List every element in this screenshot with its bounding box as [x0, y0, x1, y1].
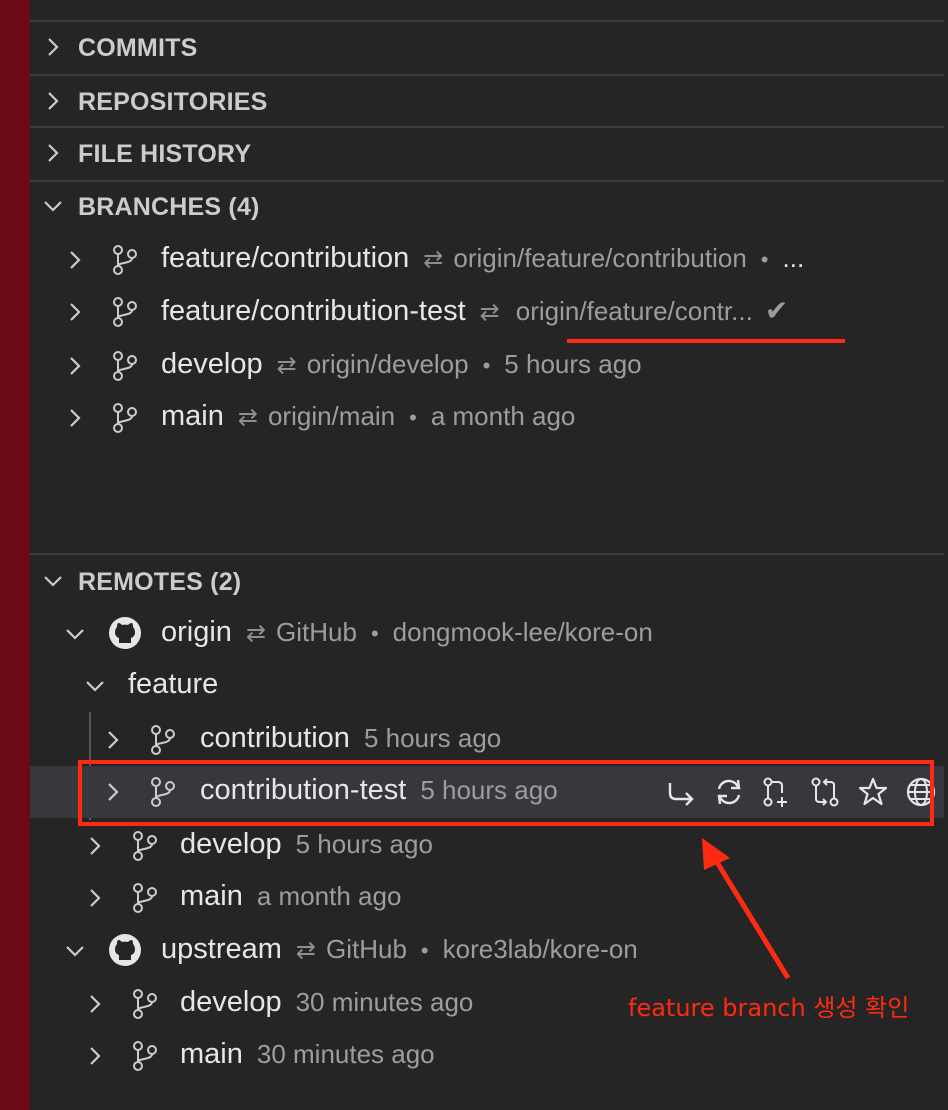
remote-branch-item[interactable]: main a month ago	[30, 872, 944, 924]
chevron-right-icon	[82, 885, 108, 911]
section-branches[interactable]: BRANCHES (4)	[30, 181, 944, 233]
chevron-right-icon	[62, 299, 88, 325]
git-branch-icon	[130, 1040, 160, 1072]
git-branch-icon	[110, 350, 140, 382]
section-title: REMOTES (2)	[78, 567, 242, 596]
branch-time: a month ago	[256, 881, 402, 911]
remote-repo: dongmook-lee/kore-on	[392, 617, 653, 647]
remote-repo: kore3lab/kore-on	[442, 934, 638, 964]
chevron-right-icon	[62, 405, 88, 431]
remote-branch-item[interactable]: contribution 5 hours ago	[30, 714, 944, 766]
separator-dot: •	[760, 247, 769, 272]
chevron-right-icon	[40, 34, 66, 60]
chevron-right-icon	[82, 991, 108, 1017]
section-remotes[interactable]: REMOTES (2)	[30, 556, 944, 608]
git-branch-icon	[148, 724, 178, 756]
git-branch-icon	[110, 296, 140, 328]
annotation-arrow-icon	[702, 838, 791, 980]
section-title: REPOSITORIES	[78, 87, 268, 116]
truncation: ...	[782, 243, 805, 273]
remote-origin[interactable]: origin ⇄ GitHub • dongmook-lee/kore-on	[30, 608, 944, 660]
remote-name: origin	[161, 616, 232, 648]
remote-branch-item[interactable]: develop 5 hours ago	[30, 820, 944, 872]
chevron-right-icon	[40, 88, 66, 114]
chevron-right-icon	[62, 247, 88, 273]
branch-name: feature/contribution-test	[161, 295, 466, 327]
separator-dot: •	[370, 621, 379, 646]
branch-time: 30 minutes ago	[256, 1039, 435, 1069]
remote-branch-item[interactable]: main 30 minutes ago	[30, 1030, 944, 1082]
separator-dot: •	[482, 353, 491, 378]
chevron-down-icon	[62, 621, 88, 647]
branch-name: main	[180, 1038, 243, 1070]
branch-item[interactable]: feature/contribution ⇄ origin/feature/cont…	[30, 234, 944, 286]
branch-time: a month ago	[430, 401, 576, 431]
git-branch-icon	[110, 402, 140, 434]
tracking-icon: ⇄	[423, 246, 444, 273]
git-branch-icon	[110, 244, 140, 276]
section-title: FILE HISTORY	[78, 139, 252, 168]
tracking-icon: ⇄	[295, 937, 316, 964]
upstream-name: origin/feature/contribution	[453, 243, 747, 273]
branch-time: 5 hours ago	[504, 349, 642, 379]
branch-time: 30 minutes ago	[295, 987, 474, 1017]
section-file-history[interactable]: FILE HISTORY	[30, 128, 944, 180]
window-edge-bar	[0, 0, 30, 1110]
folder-name: feature	[128, 668, 219, 700]
branch-name: main	[161, 400, 224, 432]
chevron-right-icon	[82, 833, 108, 859]
tracking-icon: ⇄	[479, 299, 500, 326]
chevron-down-icon	[40, 193, 66, 219]
github-icon	[108, 933, 142, 967]
branch-name: develop	[180, 986, 282, 1018]
branch-name: contribution	[200, 722, 350, 754]
chevron-down-icon	[62, 938, 88, 964]
tracking-icon: ⇄	[276, 352, 297, 379]
git-branch-icon	[130, 882, 160, 914]
chevron-right-icon	[62, 353, 88, 379]
section-title: COMMITS	[78, 33, 198, 62]
separator-dot: •	[409, 405, 417, 430]
chevron-right-icon	[40, 140, 66, 166]
git-branch-icon	[130, 988, 160, 1020]
branch-name: develop	[161, 348, 263, 380]
upstream-name: origin/feature/contr...	[515, 296, 753, 326]
separator-dot: •	[420, 938, 429, 963]
branch-item[interactable]: feature/contribution-test ⇄ origin/feature…	[30, 286, 944, 338]
section-commits[interactable]: COMMITS	[30, 22, 944, 74]
chevron-right-icon	[82, 1043, 108, 1069]
tracking-icon: ⇄	[237, 404, 258, 431]
annotation-text: feature branch 생성 확인	[628, 994, 910, 1022]
chevron-right-icon	[100, 727, 126, 753]
checkmark-icon: ✔	[764, 295, 789, 326]
git-branch-icon	[130, 830, 160, 862]
tracking-icon: ⇄	[245, 620, 267, 647]
remote-provider: GitHub	[326, 934, 407, 964]
github-icon	[108, 616, 142, 650]
chevron-down-icon	[82, 673, 108, 699]
annotation-underline	[567, 339, 845, 343]
branch-item[interactable]: develop ⇄ origin/develop • 5 hours ago	[30, 340, 944, 392]
remote-upstream[interactable]: upstream ⇄ GitHub • kore3lab/kore-on	[30, 925, 944, 977]
branch-time: 5 hours ago	[295, 829, 433, 859]
chevron-down-icon	[40, 568, 66, 594]
remote-name: upstream	[161, 933, 282, 965]
branch-name: main	[180, 880, 243, 912]
upstream-name: origin/develop	[306, 349, 469, 379]
branch-name: develop	[180, 828, 282, 860]
folder-feature[interactable]: feature	[30, 660, 944, 712]
upstream-name: origin/main	[267, 401, 396, 431]
section-repositories[interactable]: REPOSITORIES	[30, 76, 944, 128]
section-title: BRANCHES (4)	[78, 192, 260, 221]
branch-time: 5 hours ago	[363, 723, 502, 753]
annotation-highlight-box	[78, 760, 934, 826]
branch-name: feature/contribution	[161, 242, 410, 274]
remote-provider: GitHub	[276, 617, 357, 647]
branch-item[interactable]: main ⇄ origin/main • a month ago	[30, 392, 944, 444]
divider	[30, 553, 944, 555]
